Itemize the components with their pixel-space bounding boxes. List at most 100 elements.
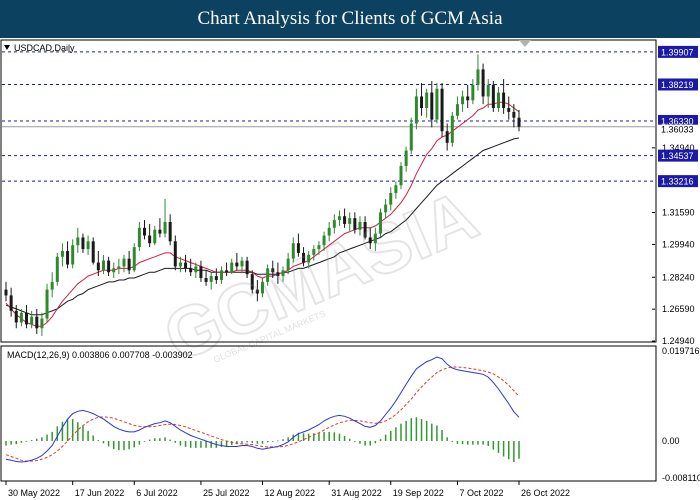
macd-histogram-bar xyxy=(395,427,397,441)
time-tick-label: 31 Aug 2022 xyxy=(331,488,382,498)
macd-histogram-bar xyxy=(425,420,428,441)
header-bar: Chart Analysis for Clients of GCM Asia xyxy=(0,0,700,38)
macd-histogram-bar xyxy=(133,440,135,448)
candle-body xyxy=(445,131,449,143)
macd-histogram-bar xyxy=(143,440,146,442)
candle-body xyxy=(86,241,90,250)
macd-histogram-bar xyxy=(482,440,484,445)
candle-body xyxy=(148,235,152,244)
macd-histogram-bar xyxy=(230,440,233,446)
current-price-label: 1.36033 xyxy=(661,125,694,135)
macd-histogram-bar xyxy=(189,440,192,448)
macd-histogram-bar xyxy=(138,440,141,445)
macd-histogram-bar xyxy=(51,431,53,441)
macd-histogram-bar xyxy=(487,440,489,447)
candle-body xyxy=(481,69,485,97)
symbol-label: USDCAD,Daily xyxy=(14,43,75,53)
macd-histogram-bar xyxy=(472,440,474,445)
macd-histogram-bar xyxy=(436,425,438,441)
candle-body xyxy=(19,312,23,323)
macd-histogram-bar xyxy=(466,440,469,445)
macd-histogram-bar xyxy=(205,440,207,448)
macd-histogram-bar xyxy=(420,419,423,441)
macd-histogram-bar xyxy=(66,419,69,441)
macd-tick-label: -0.008110 xyxy=(662,473,700,483)
macd-histogram-bar xyxy=(128,440,130,450)
macd-histogram-bar xyxy=(200,440,202,448)
time-tick-label: 25 Jul 2022 xyxy=(203,488,250,498)
page-title: Chart Analysis for Clients of GCM Asia xyxy=(197,8,503,29)
candle-body xyxy=(476,69,480,85)
macd-histogram-bar xyxy=(10,440,12,445)
candle-body xyxy=(178,262,182,267)
time-tick-label: 6 Jul 2022 xyxy=(136,488,178,498)
macd-histogram-bar xyxy=(225,440,228,447)
candle-body xyxy=(158,229,162,234)
candle-body xyxy=(76,237,80,246)
candle-body xyxy=(194,266,198,273)
candle-body xyxy=(430,92,434,120)
macd-histogram-bar xyxy=(107,440,110,447)
candle-body xyxy=(60,250,64,257)
candle-body xyxy=(14,310,18,323)
macd-histogram-bar xyxy=(513,440,515,462)
candle-body xyxy=(117,266,121,269)
candle-body xyxy=(30,316,34,325)
macd-histogram-bar xyxy=(36,438,38,441)
macd-tick-label: 0.00 xyxy=(662,436,680,446)
macd-histogram-bar xyxy=(251,440,253,443)
candle-body xyxy=(435,88,439,120)
candle-body xyxy=(127,258,131,271)
macd-histogram-bar xyxy=(148,439,151,441)
candle-body xyxy=(409,123,413,151)
candle-body xyxy=(455,104,459,116)
candle-body xyxy=(9,295,13,311)
candle-body xyxy=(122,258,126,267)
candle-body xyxy=(45,289,49,319)
macd-histogram-bar xyxy=(507,440,510,460)
macd-histogram-bar xyxy=(154,438,156,441)
candle-body xyxy=(491,84,495,109)
macd-histogram-bar xyxy=(164,437,166,441)
price-tick-label: 1.26590 xyxy=(662,304,695,314)
macd-histogram-bar xyxy=(451,440,454,442)
macd-histogram-bar xyxy=(400,423,402,441)
macd-histogram-bar xyxy=(277,440,279,442)
macd-histogram-bar xyxy=(384,434,387,441)
macd-histogram-bar xyxy=(87,430,89,441)
candle-body xyxy=(440,88,444,132)
macd-histogram-bar xyxy=(364,440,366,446)
candle-body xyxy=(132,247,136,271)
level-price-label: 1.33216 xyxy=(661,177,694,187)
macd-histogram-bar xyxy=(328,431,330,441)
candle-body xyxy=(101,260,105,271)
macd-histogram-bar xyxy=(390,430,392,441)
time-tick-label: 17 Jun 2022 xyxy=(75,488,125,498)
price-tick-label: 1.29940 xyxy=(662,239,695,249)
macd-histogram-bar xyxy=(112,440,115,450)
macd-histogram-bar xyxy=(477,440,479,445)
candle-body xyxy=(235,262,239,267)
macd-histogram-bar xyxy=(374,440,377,444)
macd-histogram-bar xyxy=(159,438,161,441)
candle-body xyxy=(496,92,500,109)
macd-histogram-bar xyxy=(338,433,341,441)
candle-body xyxy=(399,165,403,186)
candle-body xyxy=(404,150,408,166)
macd-histogram-bar xyxy=(354,440,356,442)
candle-body xyxy=(414,96,418,124)
candle-body xyxy=(4,289,8,296)
candle-body xyxy=(143,227,147,236)
macd-histogram-bar xyxy=(246,440,248,443)
candle-body xyxy=(40,318,44,329)
candle-body xyxy=(137,227,141,248)
macd-histogram-bar xyxy=(123,440,125,451)
candle-body xyxy=(91,241,95,263)
macd-histogram-bar xyxy=(46,434,48,441)
macd-histogram-bar xyxy=(359,440,361,444)
macd-histogram-bar xyxy=(502,440,505,457)
macd-histogram-bar xyxy=(405,420,407,441)
candle-body xyxy=(394,185,398,194)
level-price-label: 1.34537 xyxy=(661,151,694,161)
candle-body xyxy=(517,117,521,127)
